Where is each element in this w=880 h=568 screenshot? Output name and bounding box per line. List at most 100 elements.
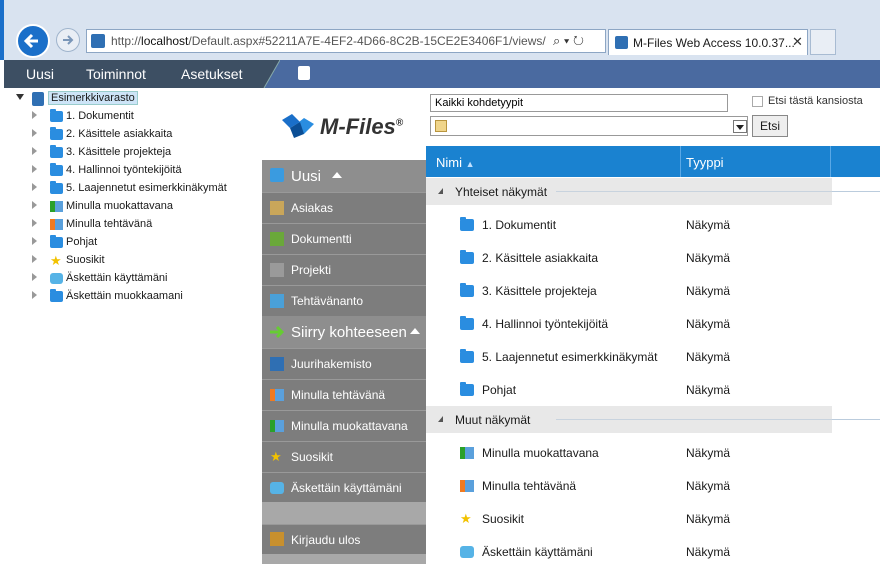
content-area: Etsi tästä kansiosta Etsi Nimi ▲ Tyyppi … bbox=[426, 88, 880, 564]
grid-header: Nimi ▲ Tyyppi bbox=[426, 146, 880, 177]
assigned-icon bbox=[270, 389, 284, 401]
new-item[interactable]: Dokumentti bbox=[262, 223, 426, 254]
expand-arrow-icon[interactable] bbox=[32, 165, 37, 173]
new-item-label: Dokumentti bbox=[291, 232, 352, 246]
new-tab-button[interactable] bbox=[810, 29, 836, 55]
group-title: Yhteiset näkymät bbox=[455, 185, 548, 199]
forward-button[interactable] bbox=[56, 28, 80, 52]
collapse-icon[interactable] bbox=[438, 188, 443, 194]
item-type: Näkymä bbox=[686, 383, 731, 397]
group-divider bbox=[832, 191, 880, 192]
new-header[interactable]: Uusi bbox=[262, 160, 426, 192]
browser-chrome: http://localhost/Default.aspx#52211A7E-4… bbox=[0, 0, 880, 60]
new-item-label: Asiakas bbox=[291, 201, 334, 215]
logout-button[interactable]: Kirjaudu ulos bbox=[262, 524, 426, 554]
folder-icon bbox=[460, 217, 474, 231]
expand-arrow-icon[interactable] bbox=[32, 291, 37, 299]
goto-item[interactable]: ★ Suosikit bbox=[262, 441, 426, 472]
group-header[interactable]: Muut näkymät bbox=[426, 406, 832, 433]
expand-arrow-icon[interactable] bbox=[32, 255, 37, 263]
tree-item-label: 2. Käsittele asiakkaita bbox=[66, 128, 173, 140]
item-type: Näkymä bbox=[686, 350, 731, 364]
new-item[interactable]: Tehtävänanto bbox=[262, 285, 426, 316]
expand-arrow-icon[interactable] bbox=[32, 219, 37, 227]
collapse-icon[interactable] bbox=[332, 172, 342, 178]
group-divider bbox=[556, 419, 832, 420]
expand-arrow-icon[interactable] bbox=[32, 201, 37, 209]
vault-icon bbox=[270, 357, 284, 371]
tree-item-label: 1. Dokumentit bbox=[66, 110, 134, 122]
tab-close-icon[interactable]: ✕ bbox=[792, 34, 803, 50]
logo-text: M-Files® bbox=[320, 114, 404, 139]
checked-out-icon bbox=[270, 420, 284, 432]
column-type-header[interactable]: Tyyppi bbox=[686, 155, 724, 170]
chevron-down-icon[interactable] bbox=[733, 120, 747, 133]
expand-icon[interactable] bbox=[16, 94, 24, 100]
list-item[interactable]: Pohjat Näkymä bbox=[426, 373, 880, 406]
folder-icon bbox=[50, 109, 63, 122]
back-button[interactable] bbox=[16, 24, 50, 58]
item-type: Näkymä bbox=[686, 284, 731, 298]
assignment-icon bbox=[270, 294, 284, 308]
goto-item[interactable]: Äskettäin käyttämäni bbox=[262, 472, 426, 503]
address-bar[interactable]: http://localhost/Default.aspx#52211A7E-4… bbox=[86, 29, 606, 53]
menu-toiminnot[interactable]: Toiminnot bbox=[86, 66, 146, 82]
search-input[interactable] bbox=[430, 94, 728, 112]
expand-arrow-icon[interactable] bbox=[32, 147, 37, 155]
column-name-header[interactable]: Nimi ▲ bbox=[436, 155, 475, 170]
assigned-icon bbox=[50, 219, 63, 230]
menu-separator bbox=[250, 60, 280, 88]
goto-item[interactable]: Minulla muokattavana bbox=[262, 410, 426, 441]
item-name: Minulla muokattavana bbox=[482, 446, 599, 460]
folder-icon bbox=[50, 235, 63, 248]
collapse-icon[interactable] bbox=[410, 328, 420, 334]
search-in-folder-checkbox[interactable] bbox=[752, 96, 763, 107]
goto-item[interactable]: Juurihakemisto bbox=[262, 348, 426, 379]
item-type: Näkymä bbox=[686, 512, 731, 526]
column-divider bbox=[830, 146, 831, 177]
task-pane: M-Files® Uusi Asiakas Dokumentti Projekti T… bbox=[262, 88, 426, 564]
new-item-label: Tehtävänanto bbox=[291, 294, 364, 308]
list-item[interactable]: Minulla muokattavana Näkymä bbox=[426, 436, 880, 469]
address-controls[interactable]: ⌕ ▾ ↻ bbox=[553, 33, 584, 49]
assigned-icon bbox=[460, 480, 474, 492]
group-divider bbox=[556, 191, 832, 192]
list-item[interactable]: 2. Käsittele asiakkaita Näkymä bbox=[426, 241, 880, 274]
list-item[interactable]: 5. Laajennetut esimerkkinäkymät Näkymä bbox=[426, 340, 880, 373]
menu-bar-right bbox=[264, 60, 880, 88]
search-in-folder-label: Etsi tästä kansiosta bbox=[768, 95, 863, 107]
new-item[interactable]: Asiakas bbox=[262, 192, 426, 223]
list-item[interactable]: 4. Hallinnoi työntekijöitä Näkymä bbox=[426, 307, 880, 340]
expand-arrow-icon[interactable] bbox=[32, 237, 37, 245]
tree-item-label: Minulla tehtävänä bbox=[66, 218, 153, 230]
item-name: 1. Dokumentit bbox=[482, 218, 557, 232]
group-header[interactable]: Yhteiset näkymät bbox=[426, 178, 832, 205]
folder-icon bbox=[50, 145, 63, 158]
expand-arrow-icon[interactable] bbox=[32, 129, 37, 137]
pane-footer bbox=[262, 554, 426, 564]
list-item[interactable]: 1. Dokumentit Näkymä bbox=[426, 208, 880, 241]
m-files-logo-icon bbox=[282, 114, 314, 138]
item-type: Näkymä bbox=[686, 446, 731, 460]
list-item[interactable]: Äskettäin käyttämäni Näkymä bbox=[426, 535, 880, 568]
folder-icon bbox=[50, 289, 63, 302]
search-button[interactable]: Etsi bbox=[752, 115, 788, 137]
list-item[interactable]: ★ Suosikit Näkymä bbox=[426, 502, 880, 535]
folder-icon bbox=[460, 250, 474, 264]
object-type-select[interactable] bbox=[430, 116, 748, 136]
expand-arrow-icon[interactable] bbox=[32, 111, 37, 119]
new-item[interactable]: Projekti bbox=[262, 254, 426, 285]
browser-tab[interactable]: M-Files Web Access 10.0.37... ✕ bbox=[608, 29, 808, 55]
list-item[interactable]: 3. Käsittele projekteja Näkymä bbox=[426, 274, 880, 307]
folder-icon bbox=[460, 349, 474, 363]
expand-arrow-icon[interactable] bbox=[32, 273, 37, 281]
goto-header[interactable]: Siirry kohteeseen bbox=[262, 316, 426, 348]
folder-icon bbox=[50, 181, 63, 194]
expand-arrow-icon[interactable] bbox=[32, 183, 37, 191]
menu-uusi[interactable]: Uusi bbox=[26, 66, 54, 82]
collapse-icon[interactable] bbox=[438, 416, 443, 422]
menu-asetukset[interactable]: Asetukset bbox=[181, 66, 242, 82]
list-item[interactable]: Minulla tehtävänä Näkymä bbox=[426, 469, 880, 502]
item-type: Näkymä bbox=[686, 317, 731, 331]
goto-item[interactable]: Minulla tehtävänä bbox=[262, 379, 426, 410]
